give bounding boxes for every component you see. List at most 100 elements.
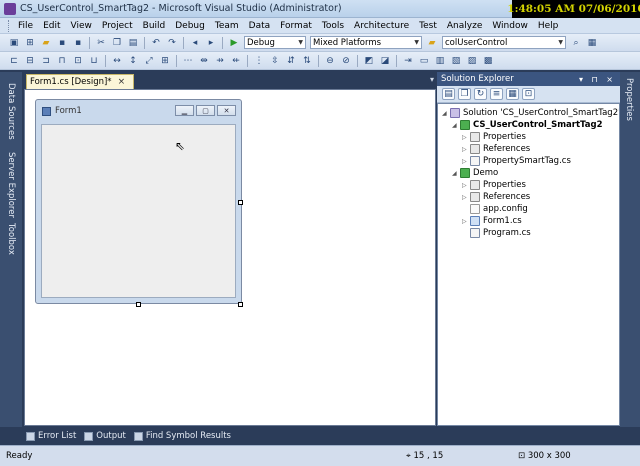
form-designer-surface[interactable]: Form1 ▁ ▢ ✕ ⇖ xyxy=(24,89,436,426)
tree-node-demo-references[interactable]: ▷ References xyxy=(462,191,530,203)
undo-icon[interactable]: ↶ xyxy=(149,36,163,49)
menu-analyze[interactable]: Analyze xyxy=(442,21,487,31)
tab-find-symbol-results[interactable]: Find Symbol Results xyxy=(133,431,231,441)
bring-to-front-icon[interactable]: ◩ xyxy=(362,54,376,67)
vertical-spacing-decrease-icon[interactable]: ⇵ xyxy=(284,54,298,67)
add-item-icon[interactable]: ⊞ xyxy=(23,36,37,49)
redo-icon[interactable]: ↷ xyxy=(165,36,179,49)
resize-handle-bottom-right[interactable] xyxy=(238,302,243,307)
align-bottom-icon[interactable]: ⊔ xyxy=(87,54,101,67)
refresh-icon[interactable]: ↻ xyxy=(474,88,487,100)
send-to-back-icon[interactable]: ◪ xyxy=(378,54,392,67)
find-icon[interactable]: ⌕ xyxy=(569,36,583,49)
make-same-size-icon[interactable]: ⤢ xyxy=(142,54,156,67)
menu-tools[interactable]: Tools xyxy=(317,21,349,31)
pane-controls-icon[interactable]: ▾ ⊓ × xyxy=(579,75,616,84)
center-horizontally-icon[interactable]: ⊖ xyxy=(323,54,337,67)
view-designer-icon[interactable]: ▦ xyxy=(506,88,519,100)
align-left-icon[interactable]: ⊏ xyxy=(7,54,21,67)
align-middle-icon[interactable]: ⊡ xyxy=(71,54,85,67)
menu-help[interactable]: Help xyxy=(533,21,564,31)
close-icon[interactable]: × xyxy=(118,77,126,87)
properties-icon[interactable]: ▤ xyxy=(442,88,455,100)
horizontal-spacing-increase-icon[interactable]: ⇹ xyxy=(197,54,211,67)
resize-handle-bottom[interactable] xyxy=(136,302,141,307)
make-same-height-icon[interactable]: ↕ xyxy=(126,54,140,67)
align-right-icon[interactable]: ⊐ xyxy=(39,54,53,67)
format-extra-1-icon[interactable]: ▥ xyxy=(433,54,447,67)
tree-node-references[interactable]: ▷ References xyxy=(462,143,530,155)
start-debugging-icon[interactable]: ▶ xyxy=(227,36,241,49)
menu-view[interactable]: View xyxy=(66,21,97,31)
view-code-icon[interactable]: ≡ xyxy=(490,88,503,100)
cut-icon[interactable]: ✂ xyxy=(94,36,108,49)
server-explorer-tab[interactable]: Server Explorer xyxy=(4,150,18,220)
show-all-files-icon[interactable]: ❐ xyxy=(458,88,471,100)
format-extra-2-icon[interactable]: ▧ xyxy=(449,54,463,67)
menu-test[interactable]: Test xyxy=(414,21,442,31)
tab-order-icon[interactable]: ⇥ xyxy=(401,54,415,67)
resize-handle-right[interactable] xyxy=(238,200,243,205)
find-combo[interactable]: colUserControl ▼ xyxy=(442,36,566,49)
align-center-icon[interactable]: ⊟ xyxy=(23,54,37,67)
menu-edit[interactable]: Edit xyxy=(38,21,65,31)
find-in-files-icon[interactable]: ▰ xyxy=(425,36,439,49)
format-extra-4-icon[interactable]: ▩ xyxy=(481,54,495,67)
toolbox-tab[interactable]: Toolbox xyxy=(4,222,18,256)
tree-node-properties[interactable]: ▷ Properties xyxy=(462,131,526,143)
vertical-spacing-equal-icon[interactable]: ⋮ xyxy=(252,54,266,67)
horizontal-spacing-remove-icon[interactable]: ⇷ xyxy=(229,54,243,67)
horizontal-spacing-decrease-icon[interactable]: ⇸ xyxy=(213,54,227,67)
tree-node-demo-properties[interactable]: ▷ Properties xyxy=(462,179,526,191)
data-sources-tab[interactable]: Data Sources xyxy=(4,76,18,146)
menu-build[interactable]: Build xyxy=(138,21,171,31)
tree-node-project-demo[interactable]: ◢ Demo xyxy=(452,167,498,179)
form1-window[interactable]: Form1 ▁ ▢ ✕ xyxy=(35,99,242,304)
tab-error-list[interactable]: Error List xyxy=(26,431,76,441)
maximize-icon[interactable]: ▢ xyxy=(196,105,215,116)
size-to-grid-icon[interactable]: ⊞ xyxy=(158,54,172,67)
horizontal-spacing-equal-icon[interactable]: ⋯ xyxy=(181,54,195,67)
lock-controls-icon[interactable]: ▭ xyxy=(417,54,431,67)
open-folder-icon[interactable]: ▰ xyxy=(39,36,53,49)
minimize-icon[interactable]: ▁ xyxy=(175,105,194,116)
tree-node-project-smarttag2[interactable]: ◢ CS_UserControl_SmartTag2 xyxy=(452,119,602,131)
make-same-width-icon[interactable]: ↔ xyxy=(110,54,124,67)
menu-window[interactable]: Window xyxy=(487,21,533,31)
tree-node-form1[interactable]: ▷ Form1.cs xyxy=(462,215,522,227)
right-dock: Properties xyxy=(620,72,640,427)
format-extra-3-icon[interactable]: ▨ xyxy=(465,54,479,67)
solution-configuration-select[interactable]: Debug ▼ xyxy=(244,36,306,49)
menu-data[interactable]: Data xyxy=(244,21,276,31)
menu-architecture[interactable]: Architecture xyxy=(349,21,414,31)
tree-node-app-config[interactable]: app.config xyxy=(470,203,528,215)
class-diagram-icon[interactable]: ⊡ xyxy=(522,88,535,100)
vertical-spacing-increase-icon[interactable]: ⇳ xyxy=(268,54,282,67)
tab-form1-design[interactable]: Form1.cs [Design]* × xyxy=(26,74,134,89)
save-icon[interactable]: ▪ xyxy=(55,36,69,49)
align-top-icon[interactable]: ⊓ xyxy=(55,54,69,67)
document-list-dropdown-icon[interactable]: ▾ xyxy=(430,75,434,84)
new-project-icon[interactable]: ▣ xyxy=(7,36,21,49)
tree-node-solution[interactable]: ◢ Solution 'CS_UserControl_SmartTag2' (2… xyxy=(442,107,619,119)
properties-tab[interactable]: Properties xyxy=(624,78,634,121)
save-all-icon[interactable]: ▪ xyxy=(71,36,85,49)
vertical-spacing-remove-icon[interactable]: ⇅ xyxy=(300,54,314,67)
center-vertically-icon[interactable]: ⊘ xyxy=(339,54,353,67)
menu-format[interactable]: Format xyxy=(275,21,317,31)
menu-project[interactable]: Project xyxy=(97,21,138,31)
copy-icon[interactable]: ❐ xyxy=(110,36,124,49)
tree-node-propertysmarttag[interactable]: ▷ PropertySmartTag.cs xyxy=(462,155,571,167)
menu-team[interactable]: Team xyxy=(210,21,244,31)
tree-node-program[interactable]: Program.cs xyxy=(470,227,531,239)
close-icon[interactable]: ✕ xyxy=(217,105,236,116)
tab-output[interactable]: Output xyxy=(84,431,126,441)
solution-platform-select[interactable]: Mixed Platforms ▼ xyxy=(310,36,422,49)
form1-client-area[interactable] xyxy=(41,124,236,298)
solution-explorer-toolbar-icon[interactable]: ▦ xyxy=(585,36,599,49)
navigate-forward-icon[interactable]: ▸ xyxy=(204,36,218,49)
menu-debug[interactable]: Debug xyxy=(170,21,210,31)
navigate-back-icon[interactable]: ◂ xyxy=(188,36,202,49)
paste-icon[interactable]: ▤ xyxy=(126,36,140,49)
menu-file[interactable]: File xyxy=(13,21,38,31)
